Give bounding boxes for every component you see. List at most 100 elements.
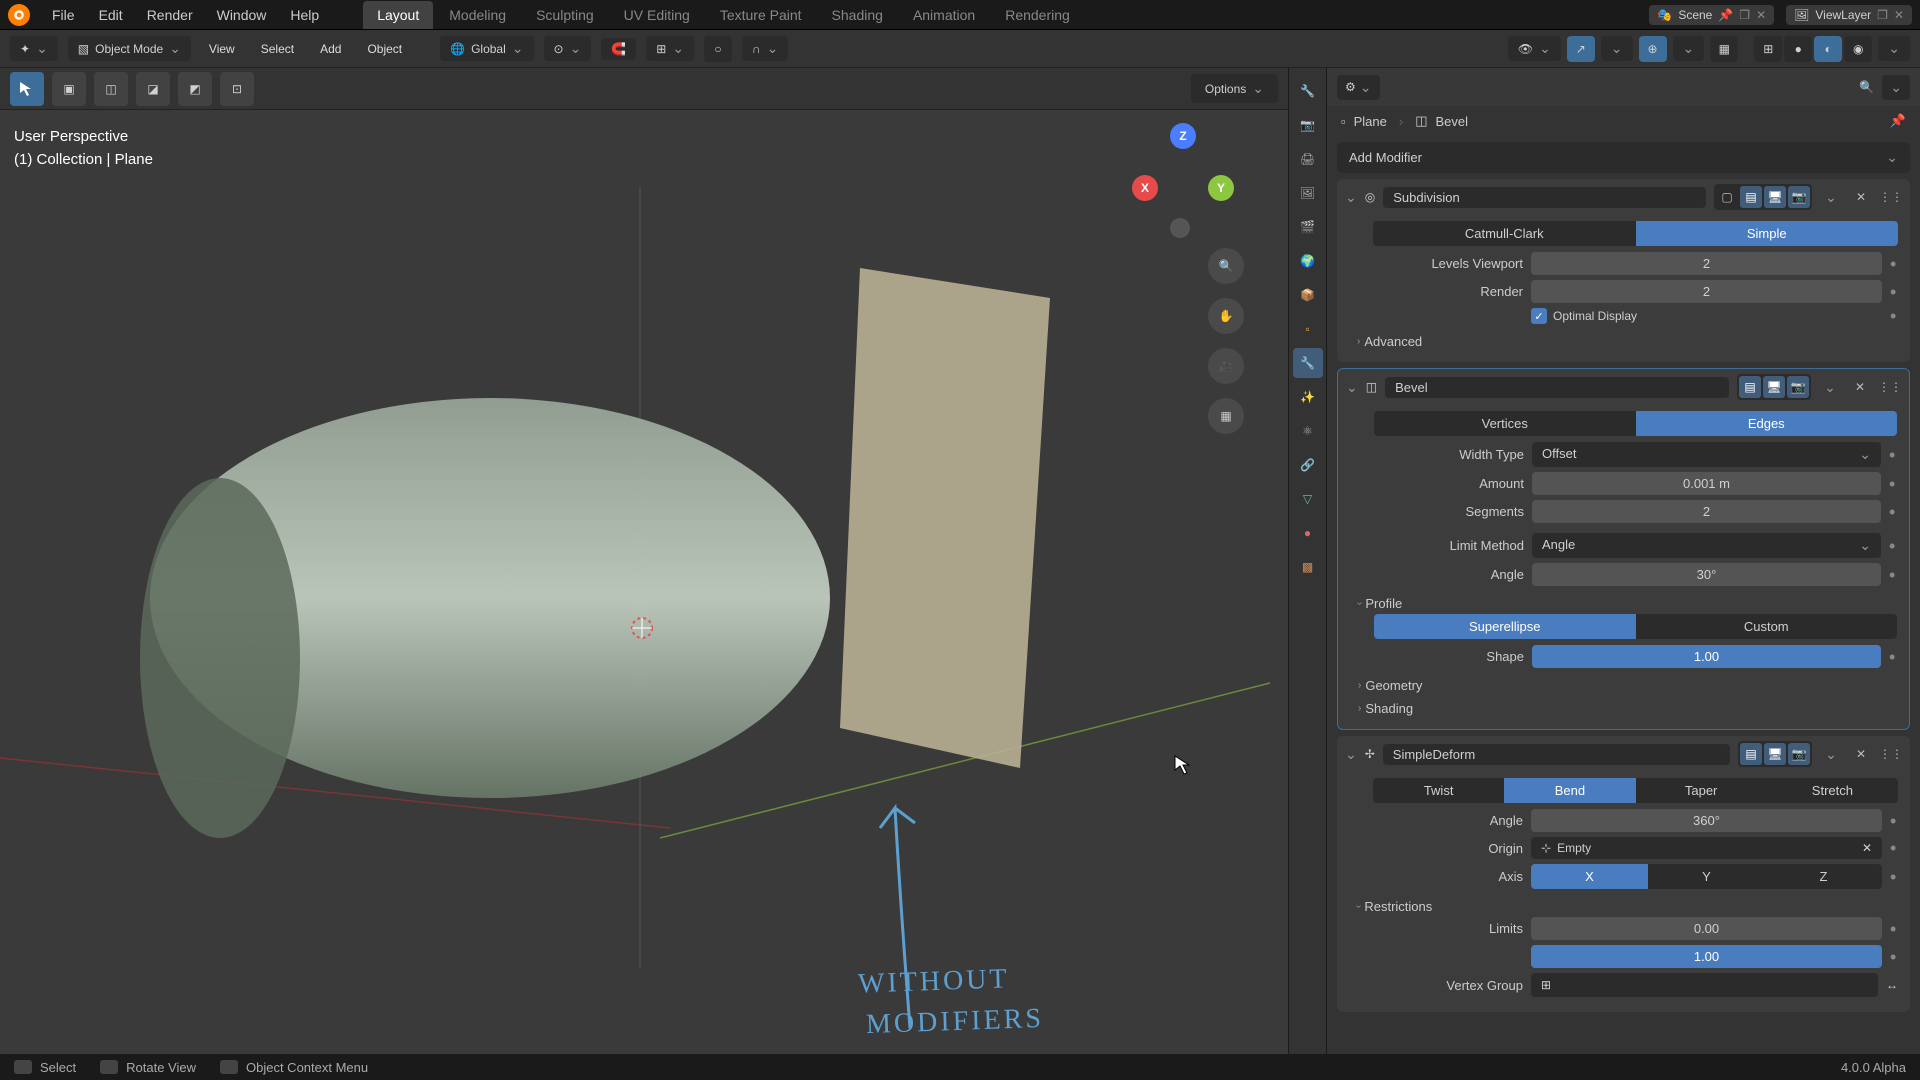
viewlayer-selector[interactable]: 🖼 ViewLayer ❐ ✕ [1786,5,1912,25]
shading-rendered[interactable]: ◉ [1844,36,1872,62]
dot-icon[interactable]: • [1889,540,1897,552]
perspective-icon[interactable]: ▦ [1208,398,1244,434]
visibility-dropdown[interactable]: 👁 [1508,36,1561,61]
tab-object-icon[interactable]: ▫ [1293,314,1323,344]
tab-texture-icon[interactable]: ▩ [1293,552,1323,582]
tab-particles-icon[interactable]: ✨ [1293,382,1323,412]
dot-icon[interactable]: • [1889,651,1897,663]
modifier-header[interactable]: ◫ Bevel ▤ 🖥 📷 ✕ ⋮⋮ [1338,369,1909,405]
mod-render-icon[interactable]: 📷 [1787,376,1809,398]
mod-drag-icon[interactable]: ⋮⋮ [1879,376,1901,398]
dot-icon[interactable]: • [1889,569,1897,581]
gizmo-x-axis[interactable]: X [1132,175,1158,201]
camera-icon[interactable]: 🎥 [1208,348,1244,384]
tab-texture-paint[interactable]: Texture Paint [706,1,816,29]
scene-selector[interactable]: 🎭 Scene 📌 ❐ ✕ [1649,5,1774,25]
mod-realtime-icon[interactable]: 🖥 [1764,743,1786,765]
menu-window[interactable]: Window [207,3,277,27]
pan-icon[interactable]: ✋ [1208,298,1244,334]
mod-dropdown-icon[interactable] [1820,743,1842,765]
gizmo-dropdown[interactable] [1601,36,1633,61]
modifier-header[interactable]: ✢ SimpleDeform ▤ 🖥 📷 ✕ ⋮⋮ [1337,736,1910,772]
gizmo-y-axis[interactable]: Y [1208,175,1234,201]
dot-icon[interactable]: • [1890,286,1898,298]
angle-value[interactable]: 30° [1532,563,1881,586]
mod-delete-icon[interactable]: ✕ [1850,743,1872,765]
tab-physics-icon[interactable]: ⚛ [1293,416,1323,446]
tab-uv-editing[interactable]: UV Editing [610,1,704,29]
mod-realtime-icon[interactable]: 🖥 [1763,376,1785,398]
copy-layer-icon[interactable]: ❐ [1877,8,1888,22]
tab-modifiers-icon[interactable]: 🔧 [1293,348,1323,378]
deform-twist[interactable]: Twist [1373,778,1504,803]
props-editor-type[interactable]: ⚙ [1337,75,1380,100]
copy-scene-icon[interactable]: ❐ [1739,8,1750,22]
tab-shading[interactable]: Shading [818,1,897,29]
gizmo-z-axis[interactable]: Z [1170,123,1196,149]
delete-scene-icon[interactable]: ✕ [1756,8,1766,22]
3d-viewport[interactable]: ▣ ◫ ◪ ◩ ⊡ Options User Perspective (1) C… [0,68,1288,1054]
tab-sculpting[interactable]: Sculpting [522,1,608,29]
dot-icon[interactable]: • [1889,478,1897,490]
deform-bend[interactable]: Bend [1504,778,1635,803]
mod-render-icon[interactable]: 📷 [1788,186,1810,208]
snap-dropdown[interactable]: 🧲 [601,38,636,60]
header-object[interactable]: Object [359,38,410,60]
gizmo-neg-axis[interactable] [1170,218,1190,238]
modifier-name-field[interactable]: Subdivision [1383,187,1706,208]
mod-realtime-icon[interactable]: 🖥 [1764,186,1786,208]
vertex-group-field[interactable]: ⊞ [1531,973,1878,997]
tab-material-icon[interactable]: ● [1293,518,1323,548]
tab-rendering[interactable]: Rendering [991,1,1084,29]
header-view[interactable]: View [201,38,243,60]
props-options[interactable] [1882,75,1910,100]
origin-object-field[interactable]: ⊹ Empty ✕ [1531,837,1882,859]
collapse-icon[interactable] [1345,746,1357,763]
tab-modeling[interactable]: Modeling [435,1,520,29]
snap-target-dropdown[interactable]: ⊞ [646,36,694,61]
shading-solid[interactable]: ● [1784,36,1812,62]
navigation-gizmo[interactable]: Z X Y [1128,123,1238,233]
menu-file[interactable]: File [42,3,85,27]
mod-drag-icon[interactable]: ⋮⋮ [1880,186,1902,208]
mod-dropdown-icon[interactable] [1819,376,1841,398]
limit-high-value[interactable]: 1.00 [1531,945,1882,968]
collapse-icon[interactable] [1345,189,1357,206]
dot-icon[interactable]: • [1890,842,1898,854]
pivot-dropdown[interactable]: ⊙ [544,36,592,61]
axis-x[interactable]: X [1531,864,1648,889]
shading-section[interactable]: ›Shading [1350,696,1897,719]
pin-icon[interactable]: 📌 [1718,8,1733,22]
tab-world-icon[interactable]: 🌍 [1293,246,1323,276]
proportional-falloff[interactable]: ∩ [742,36,788,61]
dot-icon[interactable]: • [1889,506,1897,518]
levels-viewport-value[interactable]: 2 [1531,252,1882,275]
menu-edit[interactable]: Edit [89,3,133,27]
profile-superellipse[interactable]: Superellipse [1374,614,1636,639]
dot-icon[interactable]: • [1890,310,1898,322]
subdivision-simple[interactable]: Simple [1636,221,1899,246]
tab-animation[interactable]: Animation [899,1,989,29]
deform-taper[interactable]: Taper [1636,778,1767,803]
dot-icon[interactable]: • [1890,923,1898,935]
shading-wireframe[interactable]: ⊞ [1754,36,1782,62]
mod-dropdown-icon[interactable] [1820,186,1842,208]
modifier-name-field[interactable]: SimpleDeform [1383,744,1730,765]
mod-editmode-icon[interactable]: ▤ [1740,186,1762,208]
tab-viewlayer-icon[interactable]: 🖼 [1293,178,1323,208]
mod-editmode-icon[interactable]: ▤ [1740,743,1762,765]
clear-icon[interactable]: ✕ [1862,841,1872,855]
geometry-section[interactable]: ›Geometry [1350,673,1897,696]
tab-tool-icon[interactable]: 🔧 [1293,76,1323,106]
mod-render-icon[interactable]: 📷 [1788,743,1810,765]
mod-cage-icon[interactable]: ▢ [1716,186,1738,208]
tab-mesh-icon[interactable]: ▽ [1293,484,1323,514]
modifier-header[interactable]: ◎ Subdivision ▢ ▤ 🖥 📷 ✕ ⋮⋮ [1337,179,1910,215]
breadcrumb-obj[interactable]: Plane [1354,114,1387,129]
dot-icon[interactable]: • [1890,951,1898,963]
breadcrumb-mod[interactable]: Bevel [1436,114,1469,129]
modifier-name-field[interactable]: Bevel [1385,377,1729,398]
dot-icon[interactable]: • [1890,815,1898,827]
pin-panel-icon[interactable]: 📌 [1890,113,1906,129]
mod-drag-icon[interactable]: ⋮⋮ [1880,743,1902,765]
